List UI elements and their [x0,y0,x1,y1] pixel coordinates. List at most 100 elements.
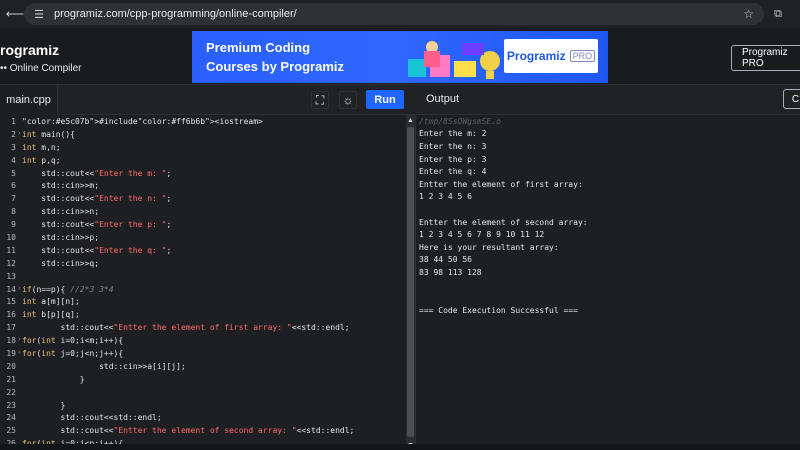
line-number: 19 [6,348,16,358]
output-title: Output [426,93,460,105]
code-line[interactable]: if (n==p){ //2*3 3*4 [22,283,407,296]
line-number: 16 [6,310,16,320]
code-line[interactable]: } [22,373,407,386]
line-number: 18 [6,336,16,346]
code-line[interactable]: std::cout<< "Entter the element of second… [22,424,407,437]
output-line: 1 2 3 4 5 6 7 8 9 10 11 12 [419,230,545,240]
output-line: 1 2 3 4 5 6 [419,192,472,202]
editor-toolbar: main.cpp ⛶ ☼ Run [0,85,415,115]
line-number: 13 [6,271,16,281]
code-line[interactable]: std::cout<< "Enter the q: "; [22,244,407,257]
scroll-thumb[interactable] [407,127,414,437]
code-area[interactable]: "color:#e5c07b" >#include "color:#ff6b6b" >… [22,115,407,450]
run-button[interactable]: Run [366,90,404,109]
back-icon[interactable]: ⟵ [4,3,26,25]
output-line: === Code Execution Successful === [419,305,578,315]
code-line[interactable]: std::cin>>p; [22,231,407,244]
line-number: 20 [6,361,16,371]
line-number: 9 [11,220,16,230]
promo-banner[interactable]: Premium Coding Courses by Programiz Prog… [192,31,608,83]
line-number: 24 [6,413,16,423]
site-settings-icon[interactable]: ☰ [32,7,46,21]
line-number: 3 [11,142,16,152]
output-line: Entter the element of first array: [419,179,583,189]
line-number-gutter: 1 2 3 4 5 6 7 8 9 10 11 12 13 14 15 16 17 18 19 20 21 22 23 24 2… [0,115,20,450]
line-number: 15 [6,297,16,307]
line-number: 1 [11,116,16,126]
tab-main-cpp[interactable]: main.cpp [0,85,58,115]
fullscreen-icon[interactable]: ⛶ [311,91,329,109]
promo-pro-badge: PRO [569,50,596,62]
output-line: 83 98 113 128 [419,267,482,277]
line-number: 23 [6,400,16,410]
browser-toolbar: ⟵ ☰ programiz.com/cpp-programming/online… [0,0,800,28]
line-number: 17 [6,323,16,333]
output-header: Output C [415,85,800,115]
line-number: 10 [6,232,16,242]
code-line[interactable]: std::cout<< "Enter the n: "; [22,192,407,205]
promo-logo-text: Programiz [506,49,566,63]
code-line[interactable]: std::cin>>m; [22,179,407,192]
code-line[interactable]: std::cout<<std::endl; [22,411,407,424]
promo-logo-card[interactable]: Programiz PRO [504,39,598,73]
bookmark-star-icon[interactable]: ☆ [743,7,754,21]
brand-logo[interactable]: rogramiz [0,42,59,58]
code-line[interactable] [22,386,407,399]
fold-chevron-icon[interactable]: › [18,130,20,137]
code-line[interactable]: int b[p][q]; [22,308,407,321]
code-line[interactable]: std::cin>>a[i][j]; [22,360,407,373]
code-line[interactable]: std::cin>>q; [22,257,407,270]
output-line: Enter the p: 3 [419,154,487,164]
editor-scrollbar[interactable]: ▲ ▼ [406,115,415,450]
output-line: Here is your resultant array: [419,242,559,252]
scroll-up-icon[interactable]: ▲ [406,115,415,125]
output-panel: /tmp/8SsOWgsmSE.o Enter the m: 2 Enter the… [415,115,800,450]
fold-chevron-icon[interactable]: › [18,349,20,356]
fold-chevron-icon[interactable]: › [18,285,20,292]
extensions-icon[interactable]: ⧉ [770,6,786,22]
line-number: 22 [6,387,16,397]
site-header: rogramiz •• Online Compiler Premium Codi… [0,28,800,85]
taskbar-strip [0,444,800,450]
line-number: 7 [11,194,16,204]
code-line[interactable]: std::cout<< "Enter the m: "; [22,167,407,180]
line-number: 14 [6,284,16,294]
promo-banner-line2: Courses by Programiz [206,59,344,74]
output-line: Entter the element of second array: [419,217,588,227]
line-number: 6 [11,181,16,191]
output-line: Enter the m: 2 [419,129,487,139]
code-line[interactable]: for(int j=0;j<n;j++){ [22,347,407,360]
banner-trophy-icon [486,71,494,79]
code-line[interactable]: "color:#e5c07b" >#include "color:#ff6b6b" >… [22,115,407,128]
programiz-pro-button[interactable]: Programiz PRO [731,45,800,71]
banner-cap-icon [462,43,484,55]
banner-book-icon [454,61,476,77]
code-line[interactable]: int a[m][n]; [22,295,407,308]
url-text[interactable]: programiz.com/cpp-programming/online-com… [54,8,297,20]
code-line[interactable]: std::cin>>n; [22,205,407,218]
brand-subtitle: •• Online Compiler [0,63,82,74]
output-line: Enter the n: 3 [419,141,487,151]
code-line[interactable]: std::cout<< "Entter the element of first … [22,321,407,334]
code-line[interactable]: int m,n; [22,141,407,154]
clear-button[interactable]: C [783,89,800,109]
output-line: /tmp/8SsOWgsmSE.o [419,116,501,126]
promo-banner-text: Premium Coding Courses by Programiz [206,40,344,74]
code-line[interactable]: std::cout<< "Enter the p: "; [22,218,407,231]
line-number: 12 [6,258,16,268]
line-number: 25 [6,426,16,436]
line-number: 11 [6,245,16,255]
banner-illustration [408,41,500,79]
code-line[interactable]: int p,q; [22,154,407,167]
address-bar[interactable]: ☰ programiz.com/cpp-programming/online-c… [24,3,764,25]
code-line[interactable] [22,270,407,283]
fold-chevron-icon[interactable]: › [18,336,20,343]
code-line[interactable]: } [22,399,407,412]
theme-toggle-icon[interactable]: ☼ [339,91,357,109]
code-line[interactable]: for(int i=0;i<m;i++){ [22,334,407,347]
line-number: 21 [6,374,16,384]
code-editor[interactable]: 1 2 3 4 5 6 7 8 9 10 11 12 13 14 15 16 17 18 19 20 21 22 23 24 2… [0,115,415,450]
code-line[interactable]: int main(){ [22,128,407,141]
